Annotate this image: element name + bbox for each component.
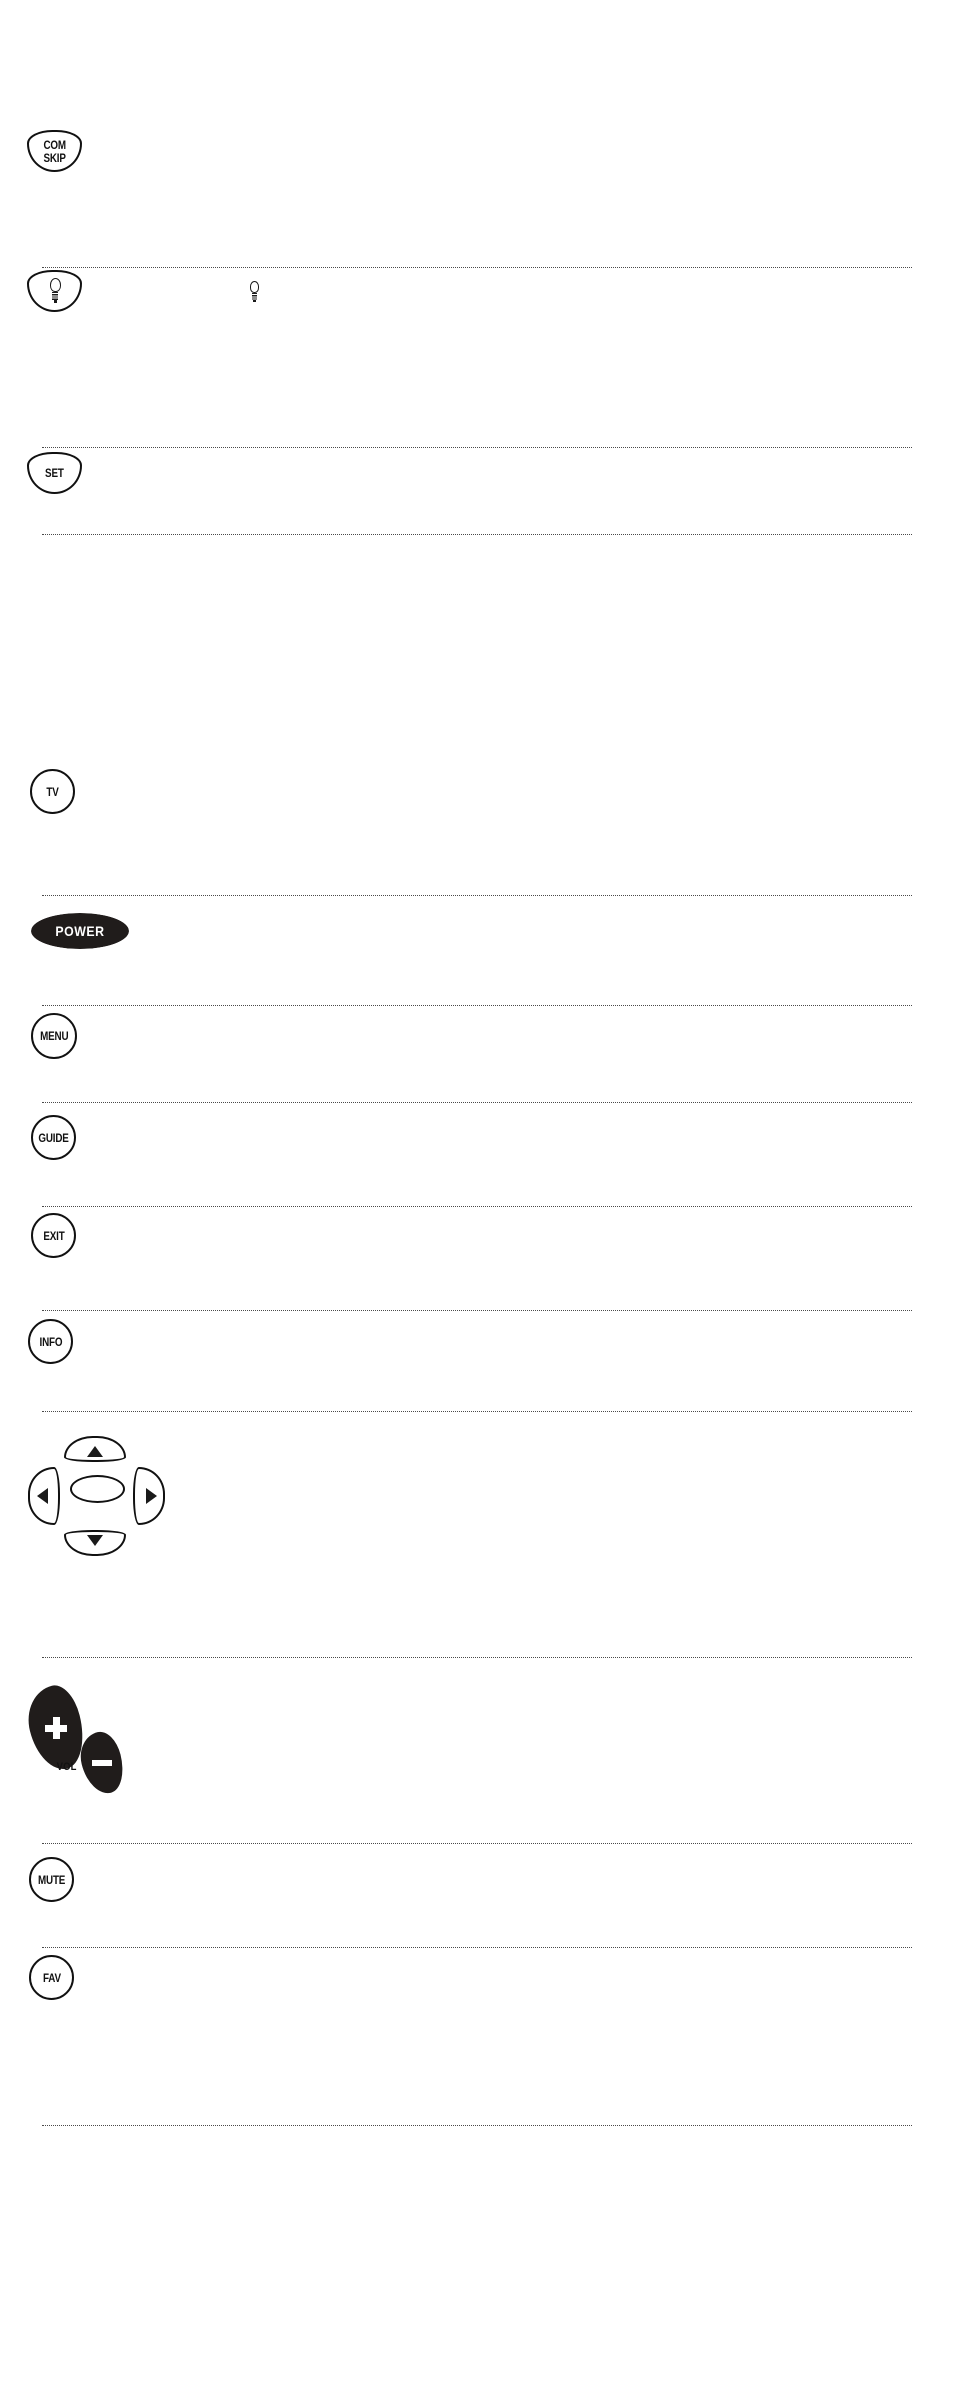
info-label: INFO	[39, 1334, 62, 1349]
triangle-down-icon	[87, 1535, 103, 1546]
separator-7	[42, 1206, 912, 1208]
exit-label: EXIT	[42, 1228, 65, 1243]
mute-button[interactable]: MUTE	[29, 1857, 74, 1902]
separator-8	[42, 1310, 912, 1312]
triangle-left-icon	[36, 1488, 48, 1504]
navigation-pad	[0, 1420, 200, 1620]
set-button[interactable]: SET	[27, 452, 82, 494]
power-label: POWER	[55, 923, 105, 939]
menu-button[interactable]: MENU	[31, 1013, 77, 1059]
fav-button[interactable]: FAV	[29, 1955, 74, 2000]
separator-9	[42, 1411, 912, 1413]
separator-13	[42, 2125, 912, 2127]
lightbulb-icon	[47, 278, 63, 304]
guide-label: GUIDE	[38, 1130, 69, 1145]
separator-5	[42, 1005, 912, 1007]
separator-1	[42, 267, 912, 269]
nav-left-button[interactable]	[28, 1467, 60, 1525]
minus-icon	[92, 1754, 112, 1772]
tv-button[interactable]: TV	[30, 769, 75, 814]
power-button[interactable]: POWER	[31, 913, 129, 949]
set-label: SET	[45, 466, 64, 480]
com-skip-label-line2: SKIP	[43, 150, 66, 165]
separator-6	[42, 1102, 912, 1104]
nav-down-button[interactable]	[64, 1530, 126, 1556]
volume-label: VOL	[56, 1761, 77, 1773]
volume-control-group: VOL	[0, 1665, 220, 1815]
nav-select-button[interactable]	[70, 1475, 125, 1503]
lightbulb-icon-inline	[247, 281, 261, 304]
remote-button-legend-page: COM SKIP SET TV POWER MENU GUIDE EXIT IN…	[0, 0, 954, 2397]
mute-label: MUTE	[37, 1872, 66, 1887]
exit-button[interactable]: EXIT	[31, 1213, 76, 1258]
volume-down-button[interactable]	[75, 1728, 129, 1798]
com-skip-button[interactable]: COM SKIP	[27, 130, 82, 172]
fav-label: FAV	[42, 1970, 61, 1985]
tv-label: TV	[46, 784, 59, 799]
guide-button[interactable]: GUIDE	[31, 1115, 76, 1160]
light-button[interactable]	[27, 270, 82, 312]
separator-4	[42, 895, 912, 897]
nav-right-button[interactable]	[133, 1467, 165, 1525]
separator-10	[42, 1657, 912, 1659]
separator-12	[42, 1947, 912, 1949]
menu-label: MENU	[39, 1029, 69, 1043]
info-button[interactable]: INFO	[28, 1319, 73, 1364]
triangle-right-icon	[145, 1488, 157, 1504]
triangle-up-icon	[87, 1446, 103, 1457]
separator-3	[42, 534, 912, 536]
separator-11	[42, 1843, 912, 1845]
separator-2	[42, 447, 912, 449]
nav-up-button[interactable]	[64, 1436, 126, 1462]
com-skip-label-line1: COM	[43, 137, 66, 152]
plus-icon	[45, 1717, 67, 1739]
